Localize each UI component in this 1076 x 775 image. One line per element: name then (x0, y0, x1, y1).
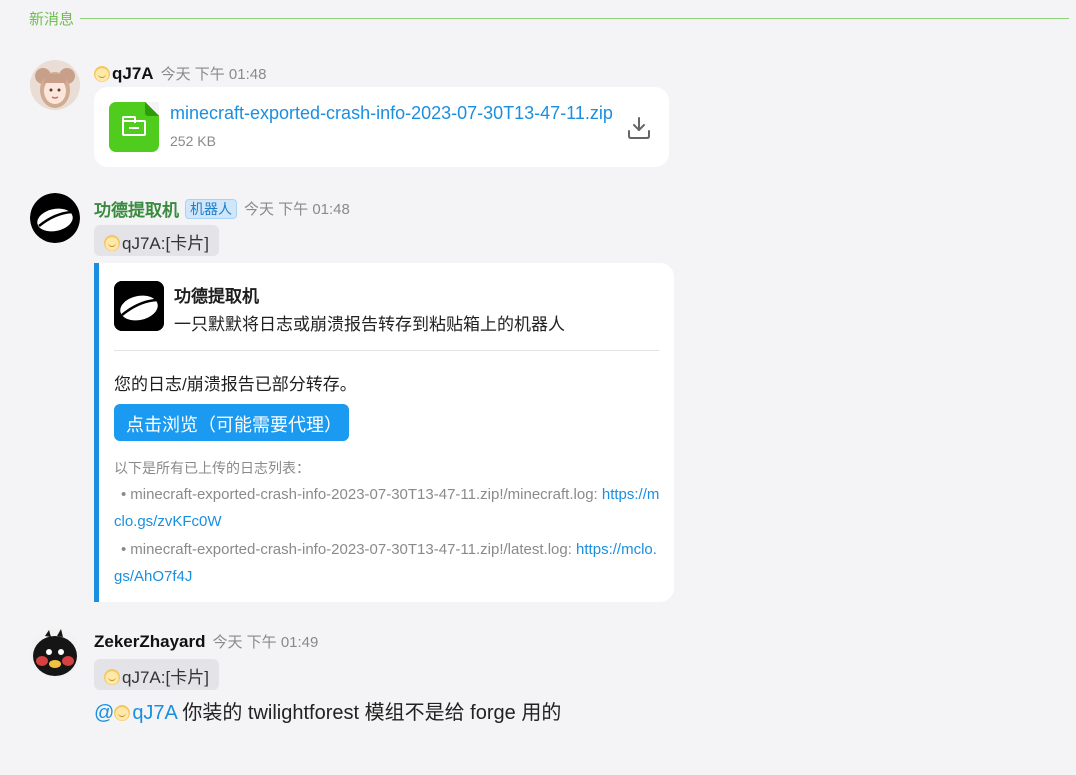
file-size: 252 KB (170, 133, 216, 149)
emoji-icon (104, 235, 120, 251)
mention[interactable]: @ qJ7A (94, 702, 177, 724)
sender-name[interactable]: 功德提取机 (94, 196, 179, 221)
divider-line (80, 17, 1069, 19)
reply-quote[interactable]: qJ7A:[卡片] (94, 659, 219, 690)
quote-text: qJ7A:[卡片] (122, 668, 209, 687)
new-messages-label: 新消息 (29, 10, 75, 28)
log-list-item: • minecraft-exported-crash-info-2023-07-3… (114, 486, 660, 530)
card-title: 功德提取机 (174, 287, 259, 306)
card-separator (114, 350, 659, 351)
message-text: @ qJ7A 你装的 twilightforest 模组不是给 forge 用的 (94, 696, 561, 725)
bot-logo-icon (114, 281, 164, 331)
reply-quote[interactable]: qJ7A:[卡片] (94, 225, 219, 256)
message-body: 你装的 twilightforest 模组不是给 forge 用的 (176, 702, 562, 724)
folder-icon (109, 102, 159, 152)
file-attachment[interactable]: minecraft-exported-crash-info-2023-07-30… (94, 87, 669, 167)
sender-name[interactable]: ZekerZhayard (94, 632, 206, 652)
new-messages-divider: 新消息 (29, 8, 1069, 28)
log-list-title: 以下是所有已上传的日志列表： (114, 460, 310, 476)
sender-name[interactable]: qJ7A (112, 64, 154, 84)
log-list-item: • minecraft-exported-crash-info-2023-07-3… (114, 541, 657, 585)
message-header: ZekerZhayard 今天 下午 01:49 (94, 631, 318, 652)
file-name[interactable]: minecraft-exported-crash-info-2023-07-30… (170, 103, 618, 124)
avatar[interactable] (30, 628, 80, 678)
message-time: 今天 下午 01:49 (212, 634, 319, 651)
avatar[interactable] (30, 60, 80, 110)
message-header: 功德提取机 机器人 今天 下午 01:48 (94, 196, 350, 221)
message-time: 今天 下午 01:48 (244, 201, 350, 218)
emoji-icon (104, 669, 120, 685)
bot-avatar[interactable] (30, 193, 80, 243)
message-header: qJ7A 今天 下午 01:48 (94, 63, 266, 84)
bot-badge: 机器人 (185, 198, 237, 219)
card-status: 您的日志/崩溃报告已部分转存。 (114, 375, 357, 394)
message-time: 今天 下午 01:48 (160, 66, 267, 83)
emoji-icon (114, 705, 131, 721)
download-icon[interactable] (626, 115, 652, 141)
quote-text: qJ7A:[卡片] (122, 234, 209, 253)
bot-card: 功德提取机 一只默默将日志或崩溃报告转存到粘贴箱上的机器人 您的日志/崩溃报告已… (94, 263, 674, 602)
emoji-icon (94, 65, 110, 82)
card-description: 一只默默将日志或崩溃报告转存到粘贴箱上的机器人 (174, 315, 565, 334)
browse-button[interactable]: 点击浏览（可能需要代理） (114, 404, 349, 441)
log-file-name: minecraft-exported-crash-info-2023-07-30… (130, 541, 577, 558)
log-file-name: minecraft-exported-crash-info-2023-07-30… (130, 486, 602, 503)
